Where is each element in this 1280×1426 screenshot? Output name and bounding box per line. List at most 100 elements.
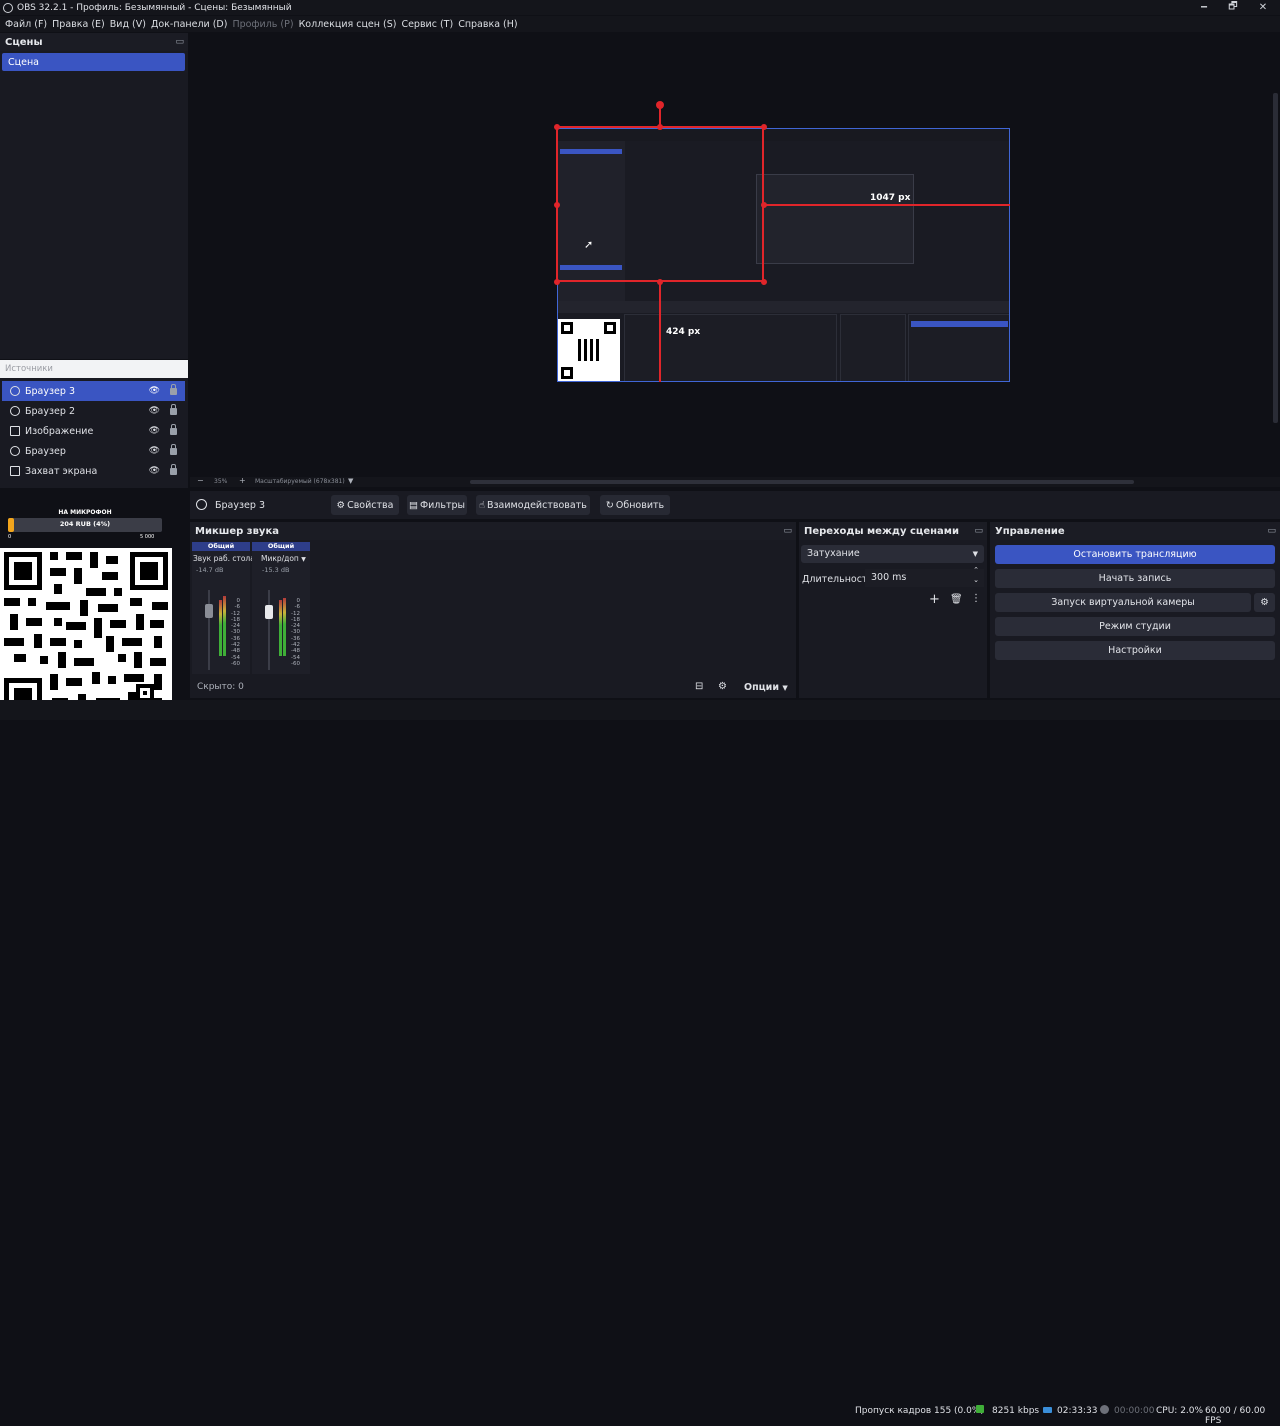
source-item[interactable]: Изображение 👁 bbox=[2, 421, 185, 441]
eye-icon[interactable]: 👁 bbox=[149, 386, 160, 396]
close-button[interactable]: ✕ bbox=[1248, 0, 1278, 15]
minimize-button[interactable]: 🗕 bbox=[1189, 0, 1219, 15]
preview-zoom-bar: − 35% + Масштабируемый (678x381) ▼ bbox=[190, 476, 1280, 487]
source-item[interactable]: Захват экрана 👁 bbox=[2, 461, 185, 481]
resize-handle[interactable] bbox=[657, 279, 663, 285]
resize-handle[interactable] bbox=[657, 124, 663, 130]
properties-button[interactable]: ⚙ Свойства bbox=[331, 495, 399, 515]
nested-stop-button bbox=[911, 321, 1008, 327]
transition-value: Затухание bbox=[807, 548, 860, 559]
channel-name[interactable]: Микр/доп ▼ bbox=[252, 554, 310, 563]
menu-file[interactable]: Файл (F) bbox=[5, 19, 47, 30]
stream-time: 02:33:33 bbox=[1057, 1406, 1098, 1416]
dock-icon[interactable]: ▭ bbox=[974, 526, 983, 536]
transitions-header: Переходы между сценами ▭ bbox=[799, 522, 987, 540]
resize-handle[interactable] bbox=[761, 202, 767, 208]
transition-select[interactable]: Затухание ▼ bbox=[801, 545, 984, 563]
volume-slider-handle[interactable] bbox=[265, 605, 273, 619]
zoom-level: 35% bbox=[214, 478, 228, 485]
virtual-camera-settings-button[interactable]: ⚙ bbox=[1254, 593, 1275, 612]
lock-icon[interactable] bbox=[170, 423, 177, 435]
source-name: Захват экрана bbox=[25, 465, 98, 477]
height-guide-label: 424 px bbox=[666, 327, 701, 337]
refresh-button[interactable]: ↻ Обновить bbox=[600, 495, 670, 515]
resize-handle[interactable] bbox=[761, 279, 767, 285]
menu-edit[interactable]: Правка (E) bbox=[52, 19, 105, 30]
studio-mode-button[interactable]: Режим студии bbox=[995, 617, 1275, 636]
zoom-out-button[interactable]: − bbox=[197, 476, 204, 485]
menu-bar: Файл (F) Правка (E) Вид (V) Док-панели (… bbox=[0, 16, 1280, 32]
width-guide-line bbox=[764, 204, 1010, 206]
zoom-in-button[interactable]: + bbox=[239, 476, 246, 485]
trash-icon[interactable]: 🗑 bbox=[950, 594, 963, 605]
volume-slider-handle[interactable] bbox=[205, 604, 213, 618]
gear-icon: ⚙ bbox=[1260, 597, 1269, 608]
menu-scene-collection[interactable]: Коллекция сцен (S) bbox=[299, 19, 397, 30]
donation-max: 5 000 bbox=[140, 534, 155, 540]
menu-docks[interactable]: Док-панели (D) bbox=[151, 19, 227, 30]
channel-db: -15.3 dB bbox=[262, 566, 290, 574]
image-icon bbox=[10, 426, 20, 436]
donation-amount: 204 RUB (4%) bbox=[59, 520, 111, 528]
donation-widget: НА МИКРОФОН 204 RUB (4%) 0 5 000 bbox=[0, 488, 188, 720]
dock-icon[interactable]: ▭ bbox=[175, 37, 184, 47]
gear-icon[interactable]: ⚙ bbox=[718, 681, 727, 692]
nested-qr-code bbox=[558, 319, 620, 381]
start-record-button[interactable]: Начать запись bbox=[995, 569, 1275, 588]
virtual-camera-button[interactable]: Запуск виртуальной камеры bbox=[995, 593, 1251, 612]
dock-icon[interactable]: ▭ bbox=[1267, 526, 1276, 536]
lock-icon[interactable] bbox=[170, 463, 177, 475]
volume-slider-track[interactable] bbox=[268, 590, 270, 670]
add-icon[interactable]: + bbox=[929, 592, 940, 607]
controls-panel: Управление ▭ Остановить трансляцию Начат… bbox=[990, 522, 1280, 698]
controls-header: Управление ▭ bbox=[990, 522, 1280, 540]
nested-transitions bbox=[840, 314, 906, 381]
donation-min: 0 bbox=[8, 534, 12, 540]
scenes-panel: Сцены ▭ Сцена bbox=[0, 33, 188, 359]
lock-icon[interactable] bbox=[170, 403, 177, 415]
dock-icon[interactable]: ▭ bbox=[783, 526, 792, 536]
menu-help[interactable]: Справка (H) bbox=[458, 19, 517, 30]
resize-handle[interactable] bbox=[554, 124, 560, 130]
source-item[interactable]: Браузер 2 👁 bbox=[2, 401, 185, 421]
chevron-down-icon[interactable]: ▼ bbox=[348, 477, 353, 485]
more-icon[interactable]: ⋮ bbox=[971, 593, 981, 604]
volume-slider-track[interactable] bbox=[208, 590, 210, 670]
eye-icon[interactable]: 👁 bbox=[149, 426, 160, 436]
lock-icon[interactable] bbox=[170, 383, 177, 395]
channel-name[interactable]: Звук раб. стола ▼ bbox=[192, 554, 262, 563]
transform-bounding-box[interactable] bbox=[556, 126, 764, 282]
options-button[interactable]: Опции ▼ bbox=[744, 682, 788, 693]
menu-view[interactable]: Вид (V) bbox=[110, 19, 146, 30]
layout-icon[interactable]: ⊟ bbox=[695, 681, 703, 692]
resize-handle[interactable] bbox=[554, 279, 560, 285]
nested-mixer bbox=[624, 314, 837, 381]
filters-button[interactable]: ▤ Фильтры bbox=[407, 495, 467, 515]
preview-vertical-scrollbar[interactable] bbox=[1273, 93, 1278, 423]
resize-handle[interactable] bbox=[554, 202, 560, 208]
spinner-arrows-icon[interactable]: ⌃ ⌄ bbox=[973, 565, 979, 585]
donation-progress-bar: 204 RUB (4%) bbox=[8, 518, 162, 532]
resize-handle[interactable] bbox=[761, 124, 767, 130]
preview-horizontal-scrollbar[interactable] bbox=[470, 480, 1134, 484]
nested-preview-thumbnail bbox=[756, 174, 914, 264]
menu-tools[interactable]: Сервис (T) bbox=[401, 19, 453, 30]
duration-input[interactable]: 300 ms ⌃ ⌄ bbox=[865, 566, 984, 587]
eye-icon[interactable]: 👁 bbox=[149, 406, 160, 416]
menu-profile[interactable]: Профиль (P) bbox=[232, 19, 293, 30]
eye-icon[interactable]: 👁 bbox=[149, 446, 160, 456]
maximize-button[interactable]: 🗗 bbox=[1218, 0, 1248, 15]
stop-stream-button[interactable]: Остановить трансляцию bbox=[995, 545, 1275, 564]
db-scale: 0 -6 -12 -18 -24 -30 -36 -42 -48 -54 -60 bbox=[231, 598, 240, 667]
title-bar: OBS 32.2.1 - Профиль: Безымянный - Сцены… bbox=[0, 0, 1280, 15]
scene-item[interactable]: Сцена bbox=[2, 53, 185, 71]
source-item[interactable]: Браузер 3 👁 bbox=[2, 381, 185, 401]
cpu-usage: CPU: 2.0% bbox=[1156, 1406, 1204, 1416]
rotation-handle[interactable] bbox=[656, 101, 664, 109]
settings-button[interactable]: Настройки bbox=[995, 641, 1275, 660]
lock-icon[interactable] bbox=[170, 443, 177, 455]
monitor-icon bbox=[10, 466, 20, 476]
interact-button[interactable]: ☝ Взаимодействовать bbox=[476, 495, 590, 515]
source-item[interactable]: Браузер 👁 bbox=[2, 441, 185, 461]
eye-icon[interactable]: 👁 bbox=[149, 466, 160, 476]
